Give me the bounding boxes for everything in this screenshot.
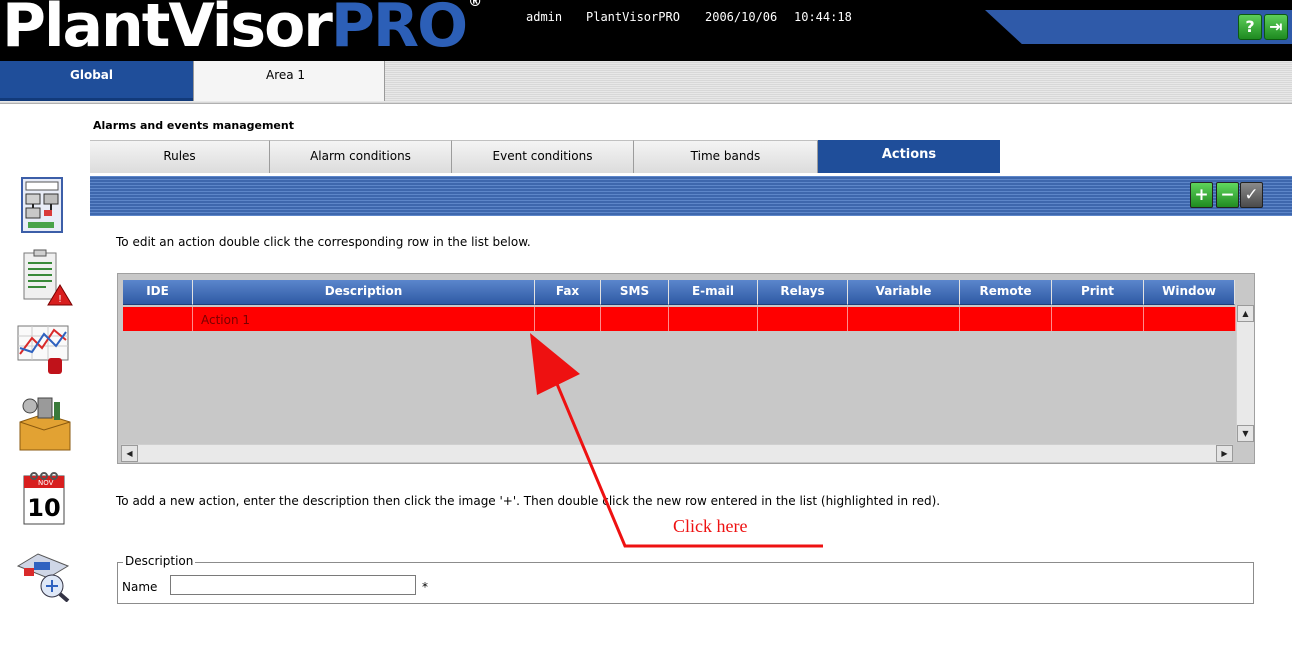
name-label: Name xyxy=(122,580,158,594)
vertical-scrollbar[interactable]: ▲ ▼ xyxy=(1236,305,1254,442)
area-tab-global[interactable]: Global xyxy=(0,61,193,101)
logo-text: PlantVisor xyxy=(2,0,333,61)
tab-label: Actions xyxy=(881,147,937,162)
tab-event-conditions[interactable]: Event conditions xyxy=(452,140,634,173)
action-toolbar: + − ✓ xyxy=(90,176,1292,216)
site-name: PlantVisorPRO xyxy=(586,10,680,24)
tab-label: Rules xyxy=(163,149,196,163)
scroll-down-button[interactable]: ▼ xyxy=(1237,425,1254,442)
tab-label: Event conditions xyxy=(492,149,593,163)
cell-ide xyxy=(123,307,193,331)
column-header-print[interactable]: Print xyxy=(1052,280,1144,305)
help-icon[interactable]: ? xyxy=(1238,14,1262,40)
plant-config-icon[interactable] xyxy=(14,544,76,602)
column-header-variable[interactable]: Variable xyxy=(848,280,960,305)
calendar-day: 10 xyxy=(27,494,60,522)
cell-relays xyxy=(758,307,848,331)
column-header-ide[interactable]: IDE xyxy=(123,280,193,305)
minus-icon: − xyxy=(1220,185,1235,205)
logo-registered: ® xyxy=(468,0,482,10)
logo-pro: PRO xyxy=(330,0,468,61)
scroll-left-button[interactable]: ◀ xyxy=(121,445,138,462)
tab-rules[interactable]: Rules xyxy=(90,140,270,173)
cell-remote xyxy=(960,307,1052,331)
add-instruction: To add a new action, enter the descripti… xyxy=(116,494,941,508)
cell-window xyxy=(1144,307,1236,331)
calendar-icon[interactable]: NOV 10 xyxy=(14,470,76,528)
column-header-relays[interactable]: Relays xyxy=(758,280,848,305)
current-user: admin xyxy=(526,10,563,24)
area-tabs: Global Area 1 xyxy=(0,61,1292,104)
remove-action-button[interactable]: − xyxy=(1216,182,1239,208)
tab-label: Alarm conditions xyxy=(310,149,411,163)
horizontal-scrollbar[interactable]: ◀ ▶ xyxy=(121,444,1233,462)
section-title: Alarms and events management xyxy=(93,119,294,132)
tab-alarm-conditions[interactable]: Alarm conditions xyxy=(270,140,452,173)
scroll-up-button[interactable]: ▲ xyxy=(1237,305,1254,322)
current-time: 10:44:18 xyxy=(794,10,852,24)
check-icon: ✓ xyxy=(1244,185,1259,205)
tab-actions[interactable]: Actions xyxy=(818,140,1000,173)
column-header-sms[interactable]: SMS xyxy=(601,280,669,305)
area-tab-area-1[interactable]: Area 1 xyxy=(193,61,385,101)
required-mark: * xyxy=(422,580,428,594)
side-navigation: ! NOV 10 xyxy=(0,104,90,664)
column-header-email[interactable]: E-mail xyxy=(669,280,758,305)
cell-email xyxy=(669,307,758,331)
column-header-remote[interactable]: Remote xyxy=(960,280,1052,305)
column-header-description[interactable]: Description xyxy=(193,280,535,305)
tab-label: Time bands xyxy=(690,149,761,163)
add-action-button[interactable]: + xyxy=(1190,182,1213,208)
tab-time-bands[interactable]: Time bands xyxy=(634,140,818,173)
calendar-month: NOV xyxy=(38,479,54,487)
area-tab-label: Area 1 xyxy=(266,68,306,82)
save-action-button[interactable]: ✓ xyxy=(1240,182,1263,208)
column-header-fax[interactable]: Fax xyxy=(535,280,601,305)
cell-variable xyxy=(848,307,960,331)
plus-icon: + xyxy=(1194,185,1209,205)
column-header-window[interactable]: Window xyxy=(1144,280,1235,305)
name-input[interactable] xyxy=(170,575,416,595)
description-legend: Description xyxy=(123,554,196,568)
area-tab-label: Global xyxy=(70,68,114,82)
cell-fax xyxy=(535,307,601,331)
help-glyph: ? xyxy=(1245,17,1255,36)
click-here-annotation: Click here xyxy=(673,516,748,536)
svg-text:!: ! xyxy=(58,294,62,305)
cell-description: Action 1 xyxy=(193,307,535,331)
exit-icon[interactable]: ⇥ xyxy=(1264,14,1288,40)
graphs-icon[interactable] xyxy=(14,318,76,376)
scroll-right-button[interactable]: ▶ xyxy=(1216,445,1233,462)
cell-print xyxy=(1052,307,1144,331)
edit-instruction: To edit an action double click the corre… xyxy=(116,235,531,249)
device-map-icon[interactable] xyxy=(14,176,76,234)
cell-sms xyxy=(601,307,669,331)
app-logo: PlantVisorPRO ® xyxy=(2,0,482,66)
current-date: 2006/10/06 xyxy=(705,10,778,24)
exit-glyph: ⇥ xyxy=(1269,17,1283,36)
alarms-list-icon[interactable]: ! xyxy=(14,249,76,307)
app-header: PlantVisorPRO ® admin PlantVisorPRO 2006/… xyxy=(0,0,1292,61)
tools-icon[interactable] xyxy=(14,394,76,452)
